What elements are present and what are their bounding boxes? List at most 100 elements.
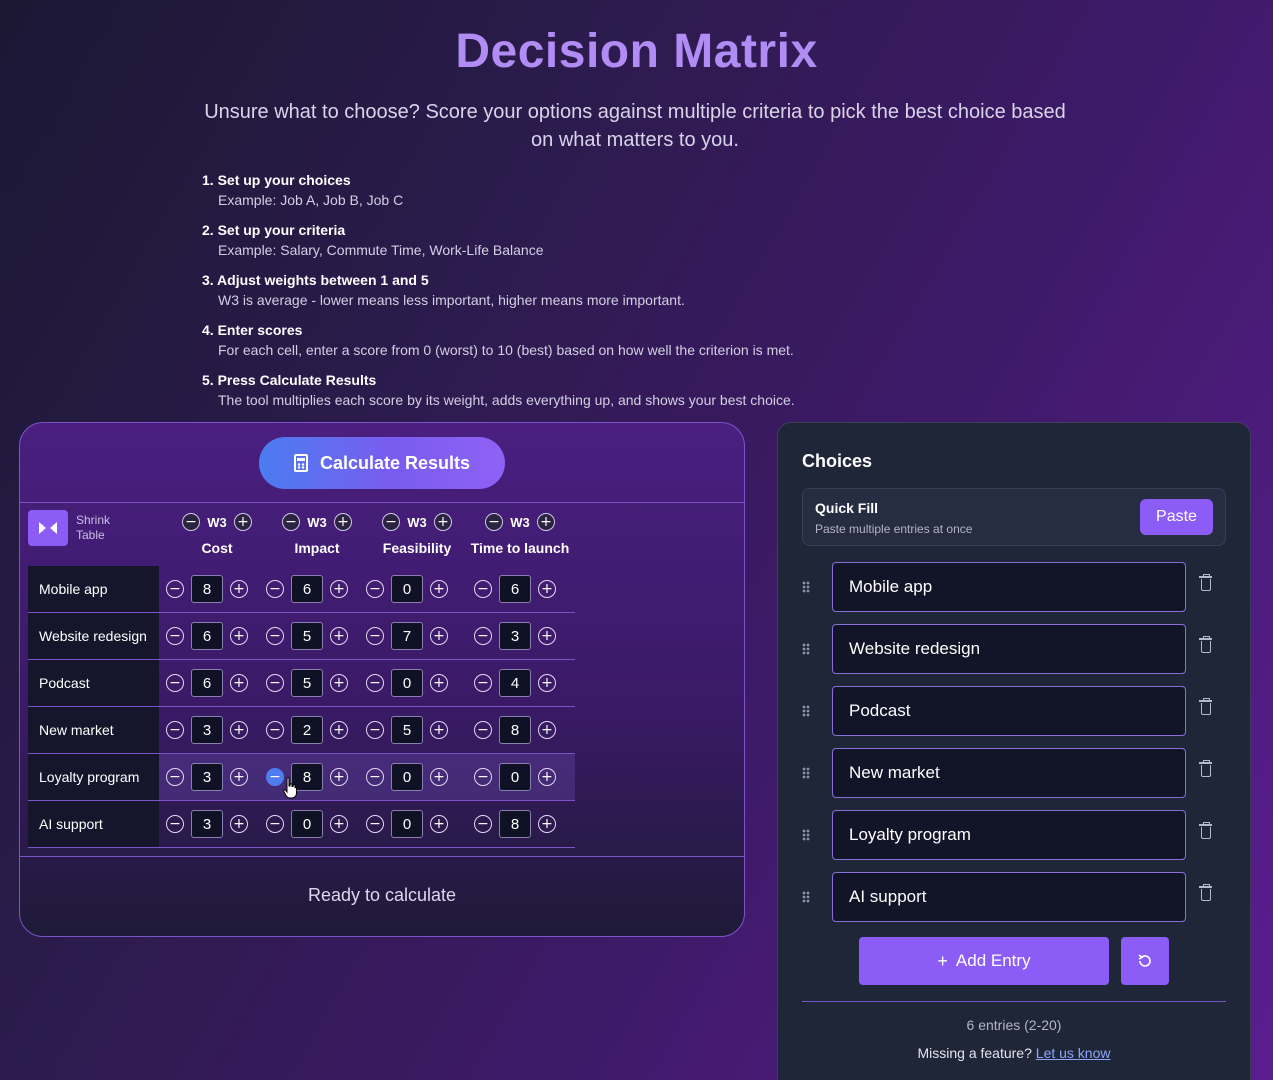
score-decrease-button[interactable]: −: [366, 627, 384, 645]
trash-icon[interactable]: [1199, 884, 1212, 901]
weight-decrease-button[interactable]: −: [282, 513, 300, 531]
paste-button[interactable]: Paste: [1140, 499, 1213, 535]
score-increase-button[interactable]: +: [430, 627, 448, 645]
score-input[interactable]: 7: [391, 622, 423, 650]
score-decrease-button[interactable]: −: [474, 768, 492, 786]
score-decrease-button[interactable]: −: [166, 580, 184, 598]
score-increase-button[interactable]: +: [538, 580, 556, 598]
score-increase-button[interactable]: +: [330, 815, 348, 833]
score-increase-button[interactable]: +: [538, 627, 556, 645]
score-input[interactable]: 0: [391, 575, 423, 603]
score-decrease-button[interactable]: −: [266, 815, 284, 833]
drag-handle-icon[interactable]: [802, 581, 810, 593]
score-input[interactable]: 3: [191, 763, 223, 791]
score-increase-button[interactable]: +: [538, 768, 556, 786]
score-increase-button[interactable]: +: [430, 815, 448, 833]
score-input[interactable]: 3: [191, 810, 223, 838]
score-decrease-button[interactable]: −: [266, 721, 284, 739]
score-decrease-button[interactable]: −: [474, 815, 492, 833]
score-input[interactable]: 5: [291, 622, 323, 650]
weight-increase-button[interactable]: +: [334, 513, 352, 531]
score-input[interactable]: 0: [391, 810, 423, 838]
score-increase-button[interactable]: +: [330, 580, 348, 598]
score-decrease-button[interactable]: −: [474, 580, 492, 598]
score-decrease-button[interactable]: −: [474, 721, 492, 739]
score-input[interactable]: 0: [291, 810, 323, 838]
choice-input[interactable]: Podcast: [832, 686, 1186, 736]
score-input[interactable]: 8: [191, 575, 223, 603]
score-input[interactable]: 0: [499, 763, 531, 791]
drag-handle-icon[interactable]: [802, 767, 810, 779]
weight-decrease-button[interactable]: −: [382, 513, 400, 531]
score-decrease-button[interactable]: −: [166, 674, 184, 692]
score-input[interactable]: 3: [499, 622, 531, 650]
score-decrease-button[interactable]: −: [266, 627, 284, 645]
score-decrease-button[interactable]: −: [166, 815, 184, 833]
score-decrease-button[interactable]: −: [474, 674, 492, 692]
score-increase-button[interactable]: +: [230, 580, 248, 598]
weight-increase-button[interactable]: +: [434, 513, 452, 531]
score-decrease-button[interactable]: −: [474, 627, 492, 645]
score-input[interactable]: 0: [391, 763, 423, 791]
weight-decrease-button[interactable]: −: [485, 513, 503, 531]
shrink-table-button[interactable]: [28, 510, 68, 546]
score-input[interactable]: 6: [191, 669, 223, 697]
score-increase-button[interactable]: +: [230, 721, 248, 739]
score-decrease-button[interactable]: −: [366, 674, 384, 692]
score-decrease-button[interactable]: −: [366, 815, 384, 833]
drag-handle-icon[interactable]: [802, 829, 810, 841]
trash-icon[interactable]: [1199, 760, 1212, 777]
score-input[interactable]: 8: [499, 810, 531, 838]
score-increase-button[interactable]: +: [230, 768, 248, 786]
choice-input[interactable]: Mobile app: [832, 562, 1186, 612]
score-increase-button[interactable]: +: [538, 674, 556, 692]
score-increase-button[interactable]: +: [330, 768, 348, 786]
add-entry-button[interactable]: + Add Entry: [859, 937, 1109, 985]
score-input[interactable]: 8: [499, 716, 531, 744]
score-increase-button[interactable]: +: [538, 815, 556, 833]
score-increase-button[interactable]: +: [430, 768, 448, 786]
score-decrease-button[interactable]: −: [166, 768, 184, 786]
choice-input[interactable]: New market: [832, 748, 1186, 798]
feedback-link[interactable]: Let us know: [1036, 1045, 1111, 1061]
score-increase-button[interactable]: +: [330, 721, 348, 739]
score-increase-button[interactable]: +: [230, 627, 248, 645]
weight-increase-button[interactable]: +: [537, 513, 555, 531]
score-input[interactable]: 5: [391, 716, 423, 744]
score-decrease-button[interactable]: −: [166, 627, 184, 645]
reset-button[interactable]: [1121, 937, 1169, 985]
calculate-results-button[interactable]: Calculate Results: [259, 437, 505, 489]
score-increase-button[interactable]: +: [430, 580, 448, 598]
score-decrease-button[interactable]: −: [366, 580, 384, 598]
score-increase-button[interactable]: +: [538, 721, 556, 739]
score-decrease-button[interactable]: −: [166, 721, 184, 739]
score-decrease-button[interactable]: −: [366, 721, 384, 739]
choice-input[interactable]: AI support: [832, 872, 1186, 922]
score-increase-button[interactable]: +: [230, 815, 248, 833]
drag-handle-icon[interactable]: [802, 891, 810, 903]
score-input[interactable]: 6: [191, 622, 223, 650]
score-decrease-button[interactable]: −: [366, 768, 384, 786]
score-input[interactable]: 0: [391, 669, 423, 697]
score-increase-button[interactable]: +: [230, 674, 248, 692]
score-decrease-button[interactable]: −: [266, 768, 284, 786]
score-increase-button[interactable]: +: [330, 674, 348, 692]
score-input[interactable]: 6: [499, 575, 531, 603]
score-increase-button[interactable]: +: [430, 721, 448, 739]
score-input[interactable]: 6: [291, 575, 323, 603]
weight-decrease-button[interactable]: −: [182, 513, 200, 531]
drag-handle-icon[interactable]: [802, 643, 810, 655]
choice-input[interactable]: Website redesign: [832, 624, 1186, 674]
score-decrease-button[interactable]: −: [266, 674, 284, 692]
trash-icon[interactable]: [1199, 574, 1212, 591]
score-decrease-button[interactable]: −: [266, 580, 284, 598]
score-input[interactable]: 5: [291, 669, 323, 697]
weight-increase-button[interactable]: +: [234, 513, 252, 531]
score-increase-button[interactable]: +: [330, 627, 348, 645]
score-increase-button[interactable]: +: [430, 674, 448, 692]
drag-handle-icon[interactable]: [802, 705, 810, 717]
score-input[interactable]: 4: [499, 669, 531, 697]
score-input[interactable]: 3: [191, 716, 223, 744]
trash-icon[interactable]: [1199, 636, 1212, 653]
trash-icon[interactable]: [1199, 822, 1212, 839]
